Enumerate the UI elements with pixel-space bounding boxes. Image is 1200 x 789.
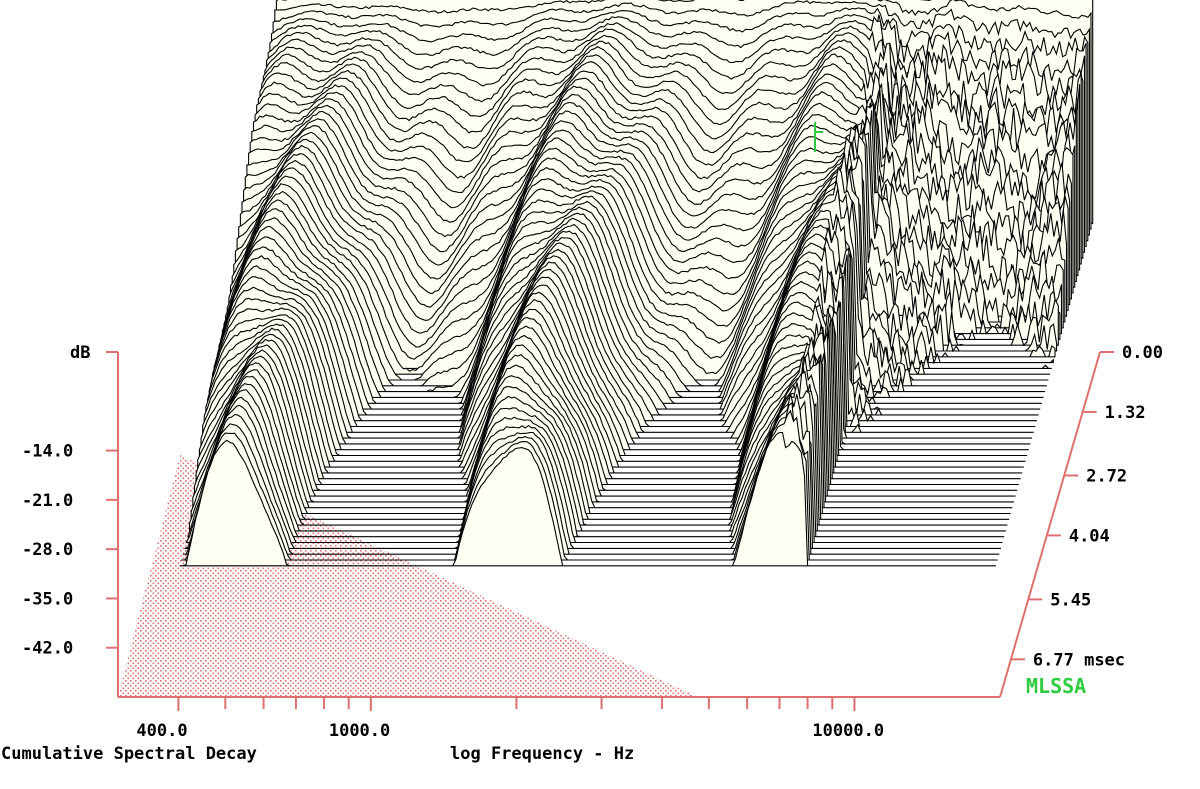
mlssa-brand: MLSSA: [1026, 674, 1086, 698]
y-tick-label: -21.0: [22, 491, 73, 511]
z-tick-label: 4.04: [1069, 526, 1110, 546]
x-tick-label: 1000.0: [329, 721, 390, 741]
x-axis-label: log Frequency - Hz: [450, 744, 634, 764]
decay-slices: [179, 0, 1094, 567]
y-axis-title: dB: [70, 343, 90, 363]
x-tick-label: 400.0: [136, 721, 187, 741]
x-tick-labels: 400.0 1000.0 10000.0: [136, 721, 884, 741]
z-tick-label: 5.45: [1050, 590, 1091, 610]
z-tick-label: 0.00: [1122, 343, 1163, 363]
z-tick-label: 1.32: [1105, 403, 1146, 423]
x-tick-label: 10000.0: [812, 721, 884, 741]
z-tick-labels: 0.00 1.32 2.72 4.04 5.45 6.77 msec: [1033, 343, 1163, 670]
y-tick-label: -14.0: [22, 442, 73, 462]
waterfall-chart: dB -14.0 -21.0 -28.0 -35.0 -42.0 0.00 1.32 2.7…: [1, 0, 1163, 764]
z-tick-label: 6.77 msec: [1033, 650, 1125, 670]
y-axis-label: dB: [70, 343, 90, 363]
y-tick-label: -28.0: [22, 540, 73, 560]
chart-title: Cumulative Spectral Decay: [1, 744, 257, 764]
y-tick-label: -42.0: [22, 639, 73, 659]
z-tick-label: 2.72: [1086, 466, 1127, 486]
y-tick-labels: -14.0 -21.0 -28.0 -35.0 -42.0: [22, 442, 73, 659]
y-tick-label: -35.0: [22, 589, 73, 609]
